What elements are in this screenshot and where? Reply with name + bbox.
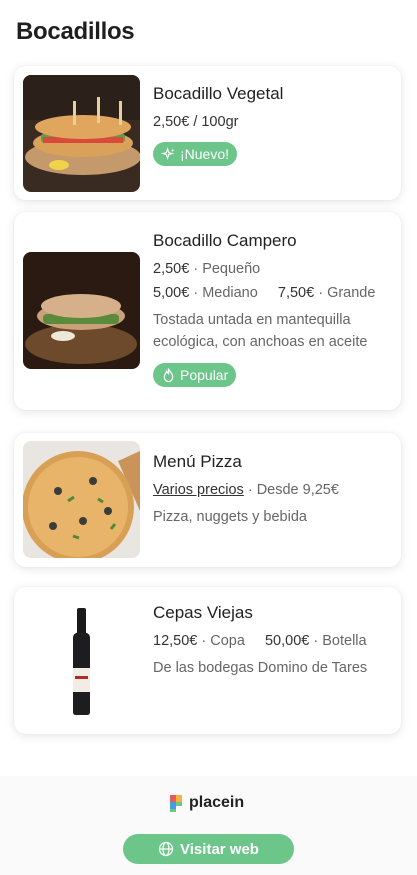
price-glass: 12,50€	[153, 633, 198, 649]
flame-icon	[163, 367, 174, 382]
footer: placein Visitar web	[0, 776, 417, 875]
visit-website-button[interactable]: Visitar web	[123, 834, 294, 864]
sparkle-icon	[161, 146, 175, 160]
product-name: Menú Pizza	[153, 452, 242, 471]
visit-label: Visitar web	[180, 840, 259, 858]
popular-badge: Popular	[153, 363, 237, 387]
separator: ·	[318, 285, 328, 301]
product-description: Tostada untada en mantequilla ecológica,…	[153, 312, 368, 350]
size-small: Pequeño	[202, 261, 261, 277]
from-price: Desde 9,25€	[256, 482, 339, 498]
product-name: Bocadillo Vegetal	[153, 84, 284, 103]
product-card-vegetal[interactable]: Bocadillo Vegetal 2,50€ / 100gr ¡Nuevo!	[14, 66, 401, 200]
separator: ·	[247, 482, 257, 498]
product-card-cepas-viejas[interactable]: Cepas Viejas 12,50€ · Copa 50,00€ · Bote…	[14, 587, 401, 734]
product-name: Cepas Viejas	[153, 603, 253, 622]
price-row-2: 5,00€ · Mediano 7,50€ · Grande	[153, 285, 389, 301]
separator: ·	[313, 633, 323, 649]
brand-logo: placein	[168, 793, 244, 813]
brand-name: placein	[189, 794, 245, 811]
product-name: Bocadillo Campero	[153, 231, 297, 250]
price-medium: 5,00€	[153, 285, 190, 301]
product-price: 2,50€ / 100gr	[153, 114, 239, 130]
product-card-campero[interactable]: Bocadillo Campero 2,50€ · Pequeño 5,00€ …	[14, 212, 401, 410]
separator: ·	[193, 285, 203, 301]
product-image	[23, 75, 140, 192]
badge-label: Popular	[180, 367, 229, 383]
product-description: Pizza, nuggets y bebida	[153, 509, 307, 525]
placein-logo-icon	[170, 795, 182, 812]
size-medium: Mediano	[202, 285, 258, 301]
badge-label: ¡Nuevo!	[180, 146, 230, 162]
separator: ·	[201, 633, 211, 649]
separator: ·	[193, 261, 203, 277]
various-prices-link[interactable]: Varios precios	[153, 482, 244, 498]
price-row: 12,50€ · Copa 50,00€ · Botella	[153, 633, 389, 649]
product-description: De las bodegas Domino de Tares	[153, 660, 368, 676]
globe-icon	[158, 841, 174, 857]
product-image	[23, 602, 140, 719]
price-bottle: 50,00€	[264, 633, 310, 649]
price-row-1: 2,50€ · Pequeño	[153, 261, 389, 277]
size-large: Grande	[327, 285, 376, 301]
product-image	[23, 441, 140, 558]
product-image	[23, 252, 140, 369]
price-small: 2,50€	[153, 261, 190, 277]
product-card-menu-pizza[interactable]: Menú Pizza Varios precios · Desde 9,25€ …	[14, 433, 401, 567]
size-glass: Copa	[210, 633, 245, 649]
price-row: Varios precios · Desde 9,25€	[153, 482, 389, 498]
price-large: 7,50€	[277, 285, 315, 301]
size-bottle: Botella	[322, 633, 367, 649]
new-badge: ¡Nuevo!	[153, 142, 238, 166]
page-title: Bocadillos	[16, 18, 135, 45]
